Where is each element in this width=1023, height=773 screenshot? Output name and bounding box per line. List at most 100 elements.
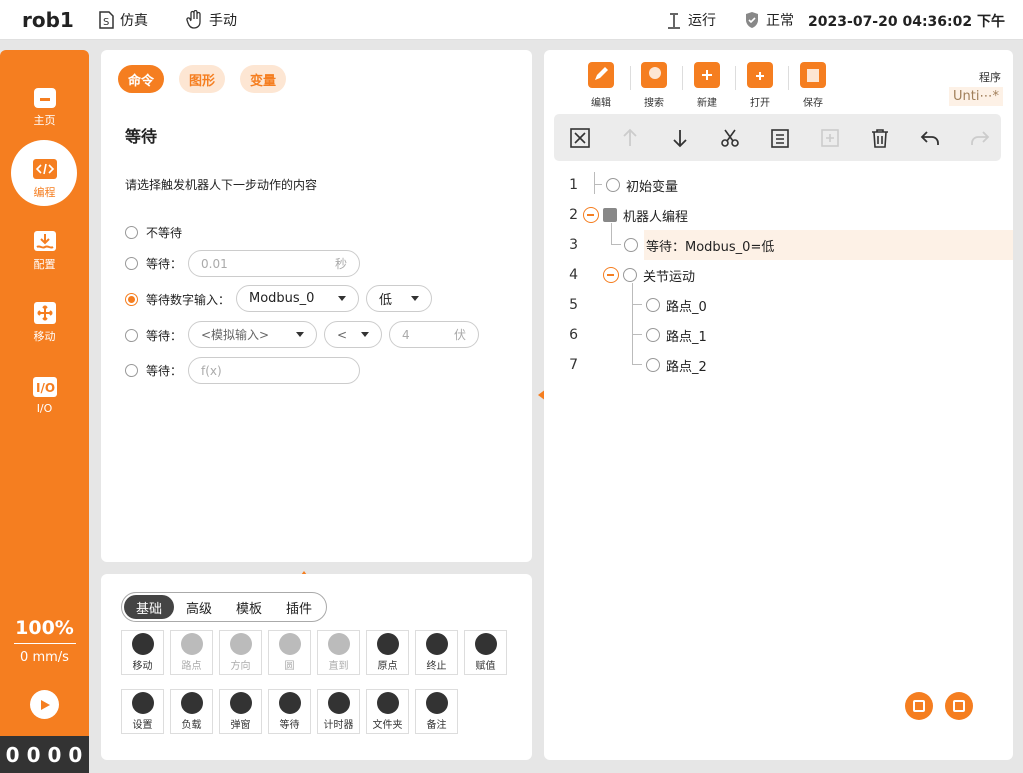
line-number: 5 (569, 297, 578, 313)
cmd-button[interactable]: 直到 (317, 630, 360, 675)
option-label: 不等待 (146, 226, 183, 240)
radio-analog-input[interactable] (125, 329, 138, 342)
tree-row[interactable]: 1 初始变量 (544, 170, 1013, 200)
speed-percent[interactable]: 100% (0, 617, 89, 639)
delete-node-icon[interactable] (568, 126, 592, 150)
cmd-button[interactable]: 路点 (170, 630, 213, 675)
cmd-button[interactable]: 圆 (268, 630, 311, 675)
tab-command[interactable]: 命令 (118, 65, 164, 93)
move-icon (30, 298, 60, 328)
radio-wait-time[interactable] (125, 257, 138, 270)
cut-icon[interactable] (718, 126, 742, 150)
tab-template[interactable]: 模板 (224, 595, 274, 619)
cmd-button[interactable]: 原点 (366, 630, 409, 675)
option-wait-time[interactable]: 等待： (125, 255, 182, 272)
move-down-icon[interactable] (668, 126, 692, 150)
sidebar-item-move[interactable]: 移动 (0, 288, 89, 354)
open-button[interactable]: 打开 (740, 62, 780, 109)
option-analog-input[interactable]: 等待： (125, 327, 182, 344)
tree-row[interactable]: 3 等待：Modbus_0=低 (544, 230, 1013, 260)
analog-operator-value: < (337, 327, 348, 342)
cmd-button[interactable]: 终止 (415, 630, 458, 675)
wait-time-input[interactable]: 0.01 秒 (188, 250, 360, 277)
analog-value-input[interactable]: 4 伏 (389, 321, 479, 348)
cmd-button[interactable]: 负载 (170, 689, 213, 734)
radio-no-wait[interactable] (125, 226, 138, 239)
circle-icon (278, 633, 301, 655)
option-digital-input[interactable]: 等待数字输入： (125, 291, 230, 308)
digital-signal-select[interactable]: Modbus_0 (236, 285, 359, 312)
cmd-button[interactable]: 备注 (415, 689, 458, 734)
assign-icon (474, 633, 497, 655)
cmd-button[interactable]: 等待 (268, 689, 311, 734)
analog-input-select[interactable]: <模拟输入> (188, 321, 317, 348)
option-expression[interactable]: 等待： (125, 362, 182, 379)
line-number: 6 (569, 327, 578, 343)
hourglass-icon (624, 238, 638, 252)
move-up-icon[interactable] (618, 126, 642, 150)
expression-input[interactable]: f(x) (188, 357, 360, 384)
sidebar-item-config[interactable]: 配置 (0, 216, 89, 282)
tree-row[interactable]: 2 机器人编程 (544, 200, 1013, 230)
search-button[interactable]: 搜索 (634, 62, 674, 109)
tab-graphics[interactable]: 图形 (179, 65, 225, 93)
undo-icon[interactable] (918, 126, 942, 150)
edit-button[interactable]: 编辑 (581, 62, 621, 109)
sidebar-item-label: 编程 (33, 186, 56, 199)
manual-mode-button[interactable]: 手动 (185, 10, 237, 30)
svg-text:I/O: I/O (36, 381, 55, 395)
folder-icon (376, 692, 399, 714)
analog-input-value: <模拟输入> (201, 328, 270, 342)
health-status: 正常 (742, 10, 794, 30)
trash-icon[interactable] (868, 126, 892, 150)
sidebar-item-programming[interactable]: 编程 (0, 140, 89, 210)
analog-operator-select[interactable]: < (324, 321, 382, 348)
radio-expression[interactable] (125, 364, 138, 377)
cmd-button[interactable]: 移动 (121, 630, 164, 675)
paste-icon[interactable] (818, 126, 842, 150)
tree-row[interactable]: 5 路点_0 (544, 290, 1013, 320)
simulation-mode-button[interactable]: S 仿真 (96, 10, 148, 30)
cmd-button[interactable]: 文件夹 (366, 689, 409, 734)
digital-level-select[interactable]: 低 (366, 285, 432, 312)
option-no-wait[interactable]: 不等待 (125, 224, 182, 241)
tree-row[interactable]: 4 关节运动 (544, 260, 1013, 290)
program-panel: 编辑 搜索 新建 打开 保存 程序 Unti⋯* 1 初始变量 2 机器人编程 … (544, 50, 1013, 760)
fullscreen-icon (913, 700, 925, 712)
library-tabs: 基础 高级 模板 插件 (121, 592, 328, 622)
cmd-label: 备注 (426, 720, 447, 731)
console-button[interactable] (945, 692, 973, 720)
copy-icon[interactable] (768, 126, 792, 150)
cmd-button[interactable]: 设置 (121, 689, 164, 734)
tab-plugin[interactable]: 插件 (274, 595, 324, 619)
save-button[interactable]: 保存 (793, 62, 833, 109)
tab-basic[interactable]: 基础 (124, 595, 175, 619)
manual-mode-label: 手动 (209, 13, 237, 29)
program-name[interactable]: Unti⋯* (949, 87, 1003, 106)
cmd-button[interactable]: 赋值 (464, 630, 507, 675)
selected-node[interactable]: 等待：Modbus_0=低 (644, 230, 1013, 260)
radio-digital-input[interactable] (125, 293, 138, 306)
tree-node-label: 机器人编程 (623, 209, 689, 225)
cmd-button[interactable]: 计时器 (317, 689, 360, 734)
play-button[interactable] (30, 690, 59, 719)
settings-icon (131, 692, 154, 714)
redo-icon[interactable] (968, 126, 992, 150)
tab-variables[interactable]: 变量 (240, 65, 286, 93)
cmd-button[interactable]: 方向 (219, 630, 262, 675)
sidebar-item-home[interactable]: 主页 (0, 72, 89, 138)
tree-row[interactable]: 6 路点_1 (544, 320, 1013, 350)
tab-advanced[interactable]: 高级 (174, 595, 224, 619)
payload-icon (180, 692, 203, 714)
tree-row[interactable]: 7 路点_2 (544, 350, 1013, 380)
cmd-button[interactable]: 弹窗 (219, 689, 262, 734)
collapse-icon[interactable] (583, 207, 599, 223)
direction-icon (229, 633, 252, 655)
collapse-icon[interactable] (603, 267, 619, 283)
program-label: 程序 (979, 71, 1001, 84)
sidebar-item-io[interactable]: I/O I/O (0, 360, 89, 426)
new-button[interactable]: 新建 (687, 62, 727, 109)
cmd-label: 赋值 (475, 661, 496, 672)
sidebar-item-label: 移动 (33, 330, 56, 343)
fullscreen-button[interactable] (905, 692, 933, 720)
